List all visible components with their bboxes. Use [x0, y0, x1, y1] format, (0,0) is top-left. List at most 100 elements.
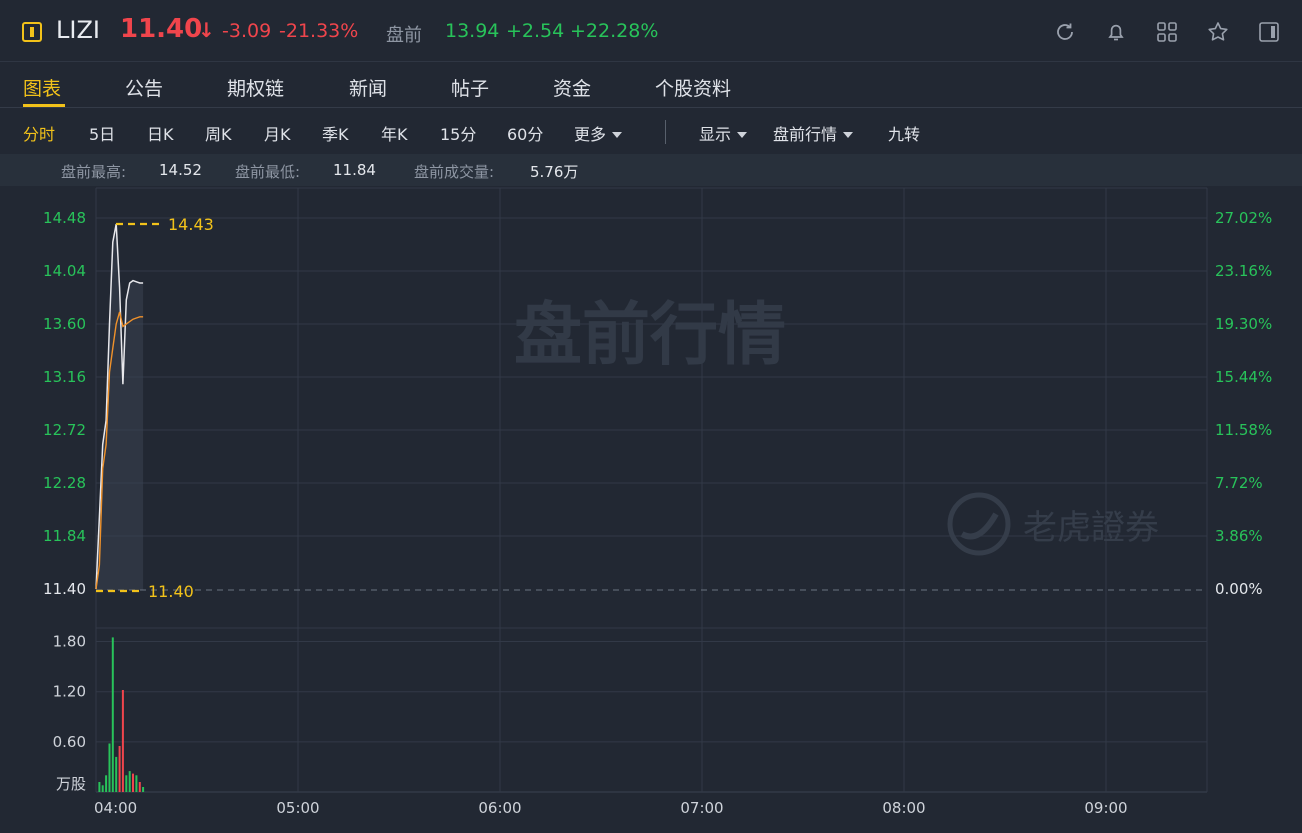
- brand-watermark-text: 老虎證券: [1023, 508, 1159, 548]
- tab-chart[interactable]: 图表: [23, 74, 61, 101]
- x-tick-label: 09:00: [1084, 799, 1127, 817]
- volume-bar: [135, 775, 138, 792]
- volume-unit-label: 万股: [56, 775, 86, 793]
- y-pct-tick-label: 27.02%: [1215, 209, 1272, 227]
- premarket-stats-bar: 盘前最高: 14.52 盘前最低: 11.84 盘前成交量: 5.76万: [0, 154, 1302, 186]
- premarket-high-label: 盘前最高:: [61, 163, 127, 181]
- toolbar-divider: [665, 120, 666, 144]
- price-down-arrow-icon: ↓: [198, 18, 215, 42]
- volume-bar: [132, 773, 134, 792]
- chevron-down-icon: [612, 131, 623, 138]
- max-price-marker-label: 14.43: [168, 215, 214, 234]
- chevron-down-icon: [737, 131, 748, 138]
- volume-bar: [128, 771, 131, 792]
- period-intraday[interactable]: 分时: [23, 121, 55, 145]
- chart-grid: [95, 187, 1208, 793]
- x-tick-label: 06:00: [478, 799, 521, 817]
- refresh-icon[interactable]: [1053, 20, 1077, 44]
- star-icon[interactable]: [1206, 20, 1230, 44]
- period-more-label: 更多: [574, 125, 607, 144]
- main-tabs: 图表 公告 期权链 新闻 帖子 资金 个股资料: [0, 62, 1302, 108]
- grid-icon[interactable]: [1155, 20, 1179, 44]
- premarket-high-value: 14.52: [159, 161, 202, 179]
- premarket-volume-value: 5.76万: [530, 163, 579, 181]
- period-quarterly[interactable]: 季K: [322, 121, 349, 145]
- panel-icon[interactable]: [1257, 20, 1281, 44]
- premarket-label: 盘前: [386, 25, 422, 46]
- premarket-low-value: 11.84: [333, 161, 376, 179]
- period-more-dropdown[interactable]: 更多: [574, 121, 623, 145]
- ticker-symbol: LIZI: [56, 16, 100, 44]
- volume-bar: [101, 785, 104, 792]
- volume-tick-label: 1.20: [53, 683, 86, 701]
- y-tick-label: 13.16: [43, 368, 86, 386]
- period-15min[interactable]: 15分: [440, 121, 476, 145]
- y-tick-label: 11.40: [43, 580, 86, 598]
- intraday-chart[interactable]: 盘前行情 老虎證券 14.48 14.04 13.60 13.16 12.72 12.28…: [0, 186, 1302, 833]
- nine-turn-indicator-button[interactable]: 九转: [888, 121, 920, 145]
- volume-bar: [111, 637, 114, 792]
- period-toolbar: 分时 5日 日K 周K 月K 季K 年K 15分 60分 更多 显示 盘前行情 …: [0, 108, 1302, 154]
- x-tick-label: 08:00: [882, 799, 925, 817]
- y-pct-tick-label: 3.86%: [1215, 527, 1263, 545]
- tab-news[interactable]: 新闻: [349, 74, 387, 101]
- y-pct-tick-label: 15.44%: [1215, 368, 1272, 386]
- active-tab-indicator: [23, 104, 65, 107]
- price-change: -3.09: [222, 20, 272, 42]
- period-60min[interactable]: 60分: [507, 121, 543, 145]
- volume-bar: [108, 743, 111, 792]
- volume-bars: [98, 637, 145, 792]
- y-tick-label: 13.60: [43, 315, 86, 333]
- period-5day[interactable]: 5日: [89, 121, 115, 145]
- chart-watermark: 盘前行情: [514, 296, 786, 375]
- y-tick-label: 11.84: [43, 527, 86, 545]
- y-tick-label: 12.72: [43, 421, 86, 439]
- y-tick-label: 12.28: [43, 474, 86, 492]
- tab-posts[interactable]: 帖子: [451, 74, 489, 101]
- y-tick-label: 14.04: [43, 262, 86, 280]
- price-change-pct: -21.33%: [279, 20, 359, 42]
- premarket-change: +2.54: [506, 20, 565, 42]
- y-pct-tick-label: 7.72%: [1215, 474, 1263, 492]
- volume-bar: [142, 787, 145, 792]
- tab-capital[interactable]: 资金: [553, 74, 591, 101]
- x-tick-label: 05:00: [276, 799, 319, 817]
- y-tick-label: 14.48: [43, 209, 86, 227]
- bell-icon[interactable]: [1104, 20, 1128, 44]
- y-pct-tick-label: 19.30%: [1215, 315, 1272, 333]
- y-pct-tick-label: 23.16%: [1215, 262, 1272, 280]
- y-pct-tick-label: 0.00%: [1215, 580, 1263, 598]
- tiger-logo-watermark: 老虎證券: [947, 492, 1159, 556]
- premarket-low-label: 盘前最低:: [235, 163, 301, 181]
- volume-tick-label: 1.80: [53, 633, 86, 651]
- min-price-marker-label: 11.40: [148, 582, 194, 601]
- market-session-dropdown[interactable]: 盘前行情: [773, 121, 854, 145]
- volume-bar: [105, 775, 108, 792]
- volume-bar: [138, 782, 141, 792]
- period-yearly[interactable]: 年K: [381, 121, 408, 145]
- period-weekly[interactable]: 周K: [205, 121, 232, 145]
- display-dropdown[interactable]: 显示: [699, 121, 748, 145]
- volume-tick-label: 0.60: [53, 733, 86, 751]
- volume-bar: [98, 782, 101, 792]
- period-daily[interactable]: 日K: [147, 121, 174, 145]
- period-monthly[interactable]: 月K: [264, 121, 291, 145]
- tab-options-chain[interactable]: 期权链: [227, 74, 284, 101]
- last-price: 11.40: [120, 14, 203, 44]
- x-tick-label: 07:00: [680, 799, 723, 817]
- volume-bar: [125, 775, 128, 792]
- premarket-volume-label: 盘前成交量:: [414, 163, 495, 181]
- volume-bar: [121, 690, 124, 792]
- volume-bar: [118, 746, 121, 792]
- display-label: 显示: [699, 125, 732, 144]
- tab-announcements[interactable]: 公告: [125, 74, 163, 101]
- volume-bar: [115, 756, 118, 792]
- premarket-price: 13.94: [445, 20, 500, 42]
- tab-profile[interactable]: 个股资料: [655, 74, 731, 101]
- x-tick-label: 04:00: [94, 799, 137, 817]
- market-session-label: 盘前行情: [773, 125, 838, 144]
- stock-header: LIZI 11.40 ↓ -3.09 -21.33% 盘前 13.94 +2.5…: [0, 0, 1302, 62]
- premarket-change-pct: +22.28%: [570, 20, 659, 42]
- y-pct-tick-label: 11.58%: [1215, 421, 1272, 439]
- chevron-down-icon: [843, 131, 854, 138]
